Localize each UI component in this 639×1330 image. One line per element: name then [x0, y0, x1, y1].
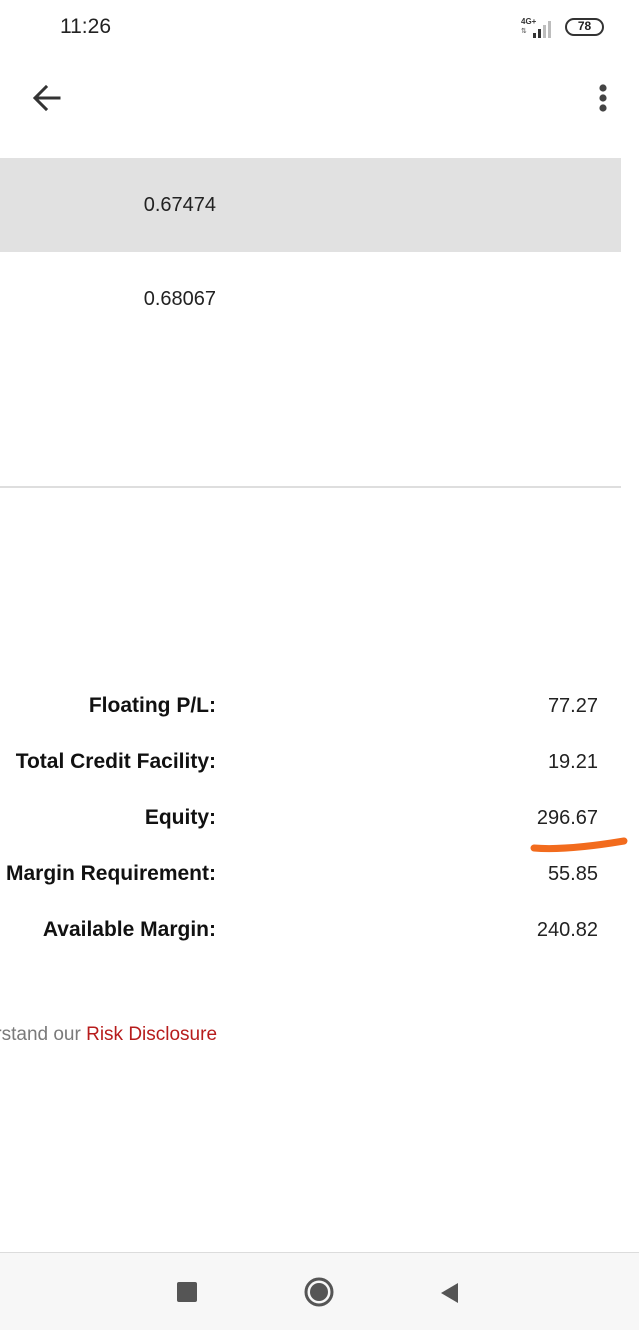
app-bar: [0, 56, 639, 146]
signal-icon: 4G+ ⇅: [518, 14, 558, 40]
summary-row-available-margin: Available Margin: 240.82: [0, 912, 639, 952]
disclosure-prefix: understand our: [0, 1024, 81, 1045]
summary-label: Margin Requirement:: [5, 862, 216, 885]
circle-icon[interactable]: [303, 1276, 335, 1308]
annotation-underline: [530, 837, 628, 853]
status-bar: 11:26 4G+ ⇅ 78: [0, 0, 639, 56]
price-row[interactable]: 0.68067: [0, 252, 621, 346]
risk-disclosure-text: understand our Risk Disclosure: [0, 1024, 217, 1046]
summary-row-total-credit-facility: Total Credit Facility: 19.21: [0, 744, 639, 784]
summary-label: Available Margin:: [42, 918, 216, 941]
price-value: 0.68067: [143, 288, 216, 310]
battery-level: 78: [577, 19, 592, 33]
status-time: 11:26: [60, 15, 111, 38]
more-options-button[interactable]: [580, 76, 626, 124]
data-activity-icon: ⇅: [521, 28, 527, 35]
system-navigation-bar: [0, 1252, 639, 1330]
summary-value: 296.67: [536, 807, 598, 829]
summary-row-margin-requirement: Margin Requirement: 55.85: [0, 856, 639, 896]
risk-disclosure-link[interactable]: Risk Disclosure: [86, 1024, 217, 1045]
section-divider: [0, 486, 621, 488]
square-icon[interactable]: [177, 1282, 197, 1302]
back-button[interactable]: [22, 76, 70, 124]
price-value: 0.67474: [143, 194, 216, 216]
app-screen: 11:26 4G+ ⇅ 78 0.67474 0.68067 Floating …: [0, 0, 639, 1330]
summary-value: 55.85: [547, 863, 598, 885]
more-vertical-icon: [599, 84, 607, 112]
summary-label: Equity:: [144, 806, 216, 829]
arrow-left-icon: [32, 84, 61, 112]
summary-label: Floating P/L:: [88, 694, 216, 717]
summary-value: 77.27: [547, 695, 598, 717]
triangle-back-icon[interactable]: [438, 1281, 462, 1305]
summary-label: Total Credit Facility:: [15, 750, 216, 773]
summary-row-floating-pl: Floating P/L: 77.27: [0, 688, 639, 728]
signal-bars-icon: [531, 18, 557, 38]
price-row-selected[interactable]: 0.67474: [0, 158, 621, 252]
battery-icon: 78: [565, 18, 604, 36]
summary-value: 19.21: [547, 751, 598, 773]
summary-value: 240.82: [536, 919, 598, 941]
